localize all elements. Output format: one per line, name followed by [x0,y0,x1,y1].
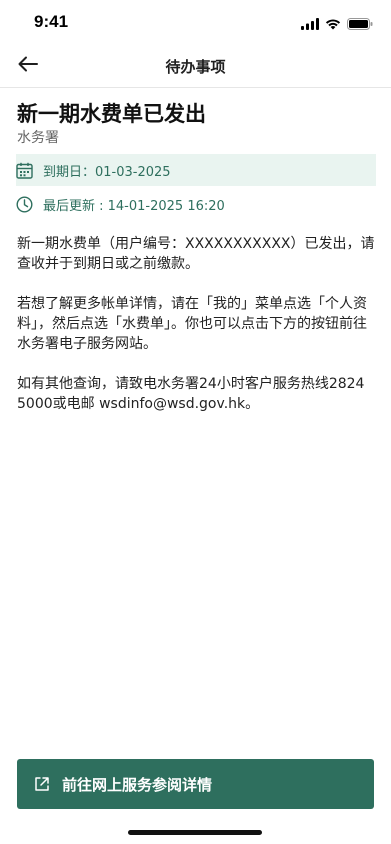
nav-bar: 待办事项 [0,44,391,88]
last-updated-row: 最后更新 : 14-01-2025 16:20 [16,192,375,216]
external-link-icon [34,776,50,792]
wifi-icon [325,15,341,34]
status-bar: 9:41 [0,0,391,44]
online-service-button-label: 前往网上服务参阅详情 [62,775,213,794]
page-title-bar: 待办事项 [165,58,226,76]
battery-icon [347,15,373,34]
signal-icon [301,15,319,34]
due-date-row: 到期日：01-03-2025 [16,154,376,186]
status-icons [301,15,373,34]
notice-department: 水务署 [17,130,59,146]
notice-paragraph: 新一期水费单（用户编号：XXXXXXXXXXX）已发出，请查收并于到期日或之前缴… [17,236,375,272]
notice-body: 新一期水费单（用户编号：XXXXXXXXXXX）已发出，请查收并于到期日或之前缴… [17,234,375,414]
online-service-button[interactable]: 前往网上服务参阅详情 [17,759,374,809]
status-time: 9:41 [34,12,69,31]
notice-title: 新一期水费单已发出 [17,102,206,126]
last-updated-text: 最后更新 : 14-01-2025 16:20 [43,198,225,214]
calendar-icon [16,161,34,179]
home-indicator[interactable] [128,830,262,835]
notice-paragraph: 若想了解更多帐单详情，请在「我的」菜单点选「个人资料」，然后点选「水费单」。你也… [17,296,367,352]
clock-icon [16,195,34,213]
notice-paragraph: 如有其他查询，请致电水务署24小时客户服务热线2824 5000或电邮 wsdi… [17,376,365,412]
notice-content: 新一期水费单已发出 水务署 到期日：01-03-2025 最后更新: 14-0… [16,100,376,434]
due-date-text: 到期日：01-03-2025 [43,164,171,180]
